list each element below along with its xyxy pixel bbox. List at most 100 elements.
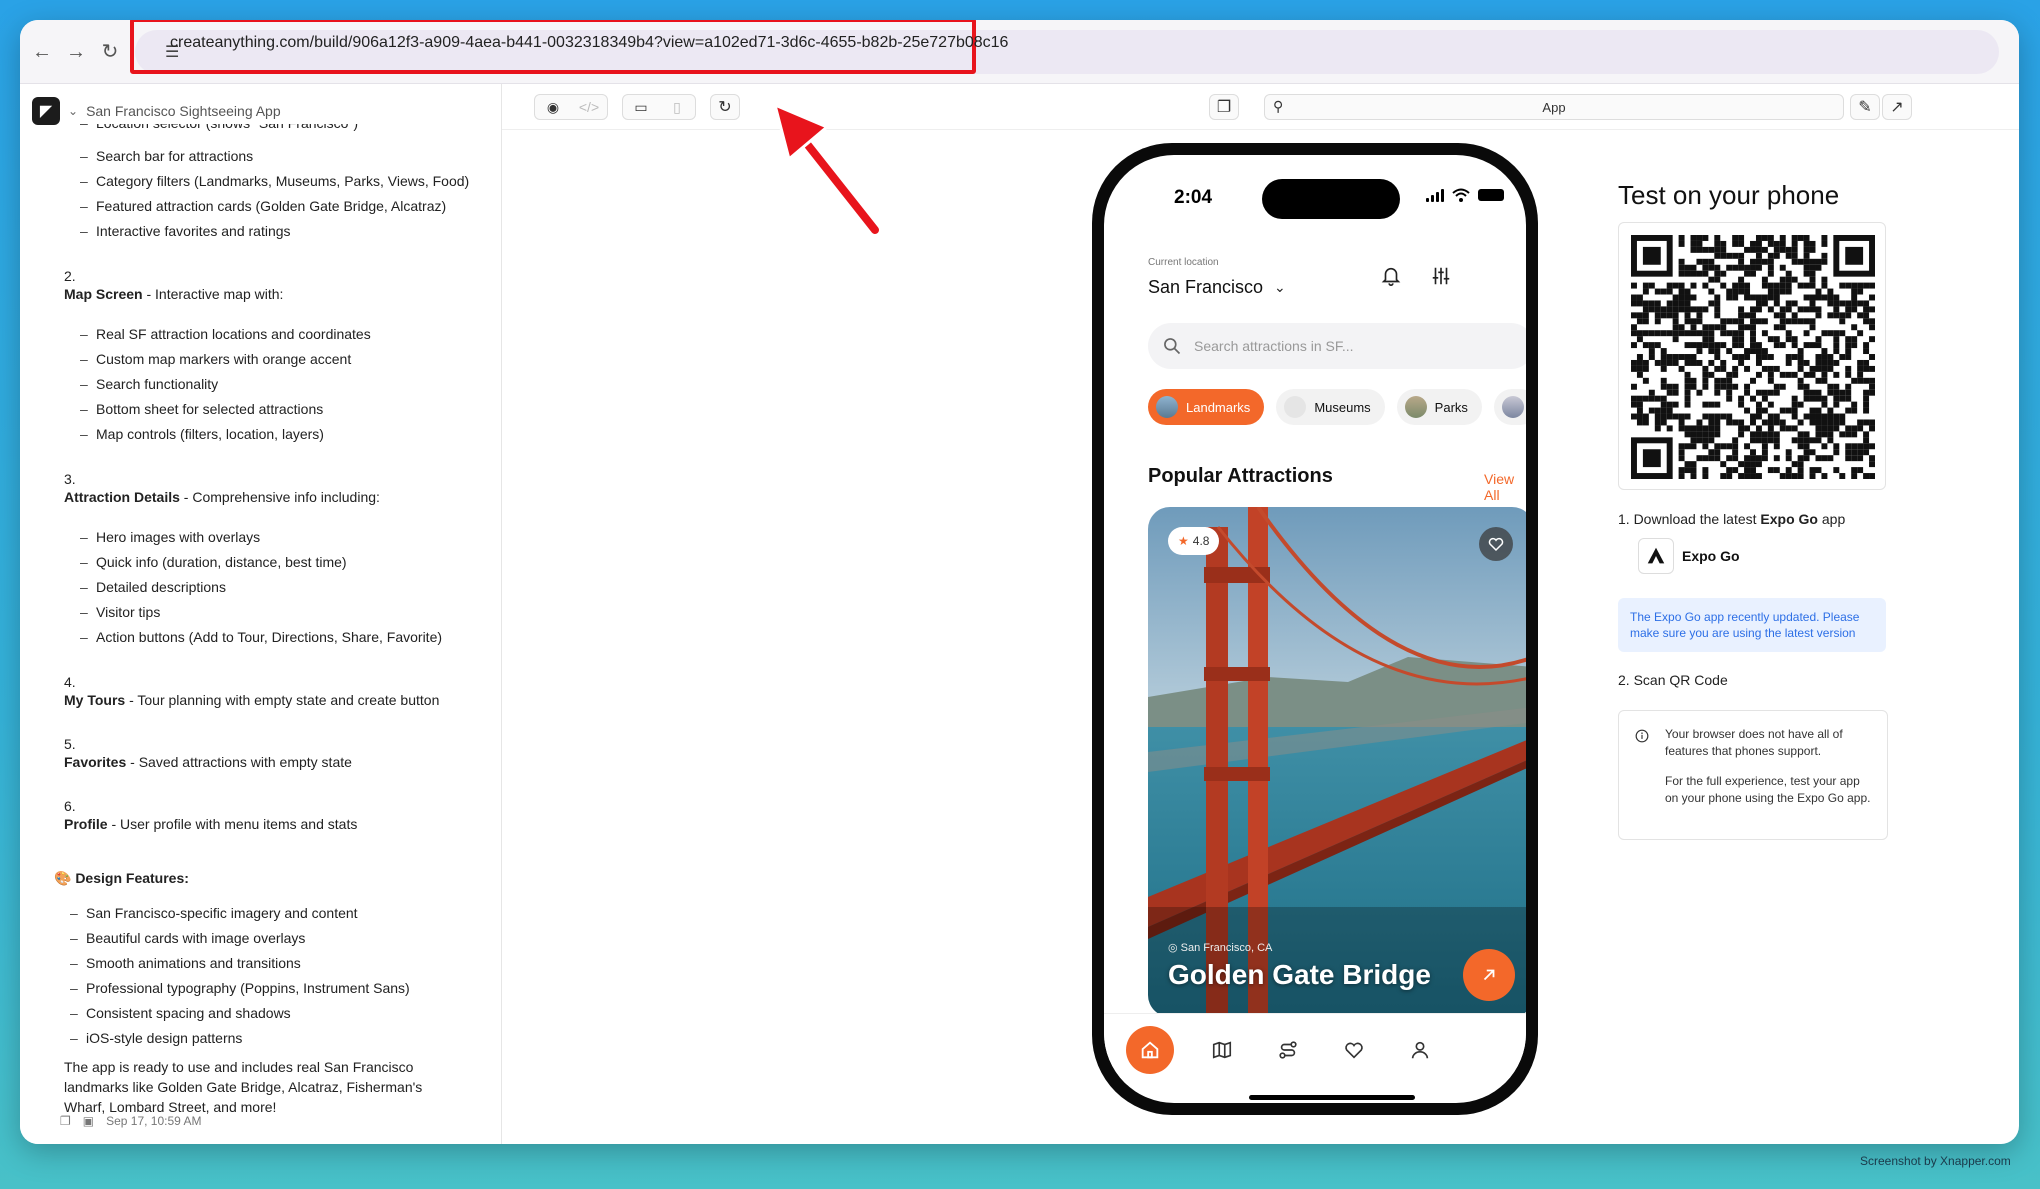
home-icon bbox=[1141, 1041, 1159, 1059]
bottom-tab-bar bbox=[1104, 1013, 1526, 1085]
section-heading: My Tours - Tour planning with empty stat… bbox=[64, 692, 484, 708]
copy-icon[interactable]: ❐ bbox=[1209, 94, 1239, 120]
test-on-phone-title: Test on your phone bbox=[1618, 180, 1840, 210]
chip-parks[interactable]: Parks bbox=[1396, 389, 1482, 425]
expo-go-label: Expo Go bbox=[1682, 548, 1740, 564]
list-item: Interactive favorites and ratings bbox=[64, 223, 484, 240]
chevron-down-icon[interactable]: ⌄ bbox=[68, 104, 78, 118]
chip-museums[interactable]: Museums bbox=[1276, 389, 1385, 425]
warning-text-1: Your browser does not have all of featur… bbox=[1665, 727, 1843, 758]
list-item: Real SF attraction locations and coordin… bbox=[64, 326, 484, 343]
favorite-button[interactable] bbox=[1479, 527, 1513, 561]
list-item: Action buttons (Add to Tour, Directions,… bbox=[64, 629, 484, 646]
list-item: Detailed descriptions bbox=[64, 579, 484, 596]
qr-code bbox=[1618, 222, 1886, 490]
edit-icon[interactable]: ✎ bbox=[1850, 94, 1880, 120]
filter-sliders-icon[interactable] bbox=[1430, 265, 1452, 287]
qr-code-image bbox=[1631, 235, 1875, 479]
open-external-icon[interactable]: ↗ bbox=[1882, 94, 1912, 120]
reload-icon[interactable]: ↻ bbox=[98, 40, 122, 64]
list-item: Featured attraction cards (Golden Gate B… bbox=[64, 198, 484, 215]
category-chips: Landmarks Museums Parks bbox=[1148, 389, 1526, 425]
tab-map[interactable] bbox=[1198, 1026, 1246, 1074]
location-caption: Current location bbox=[1148, 257, 1219, 268]
list-item: Beautiful cards with image overlays bbox=[64, 930, 484, 947]
bell-icon[interactable] bbox=[1380, 265, 1402, 287]
search-input[interactable]: Search attractions in SF... bbox=[1148, 323, 1526, 369]
section-number: 3. bbox=[64, 471, 76, 487]
list-item: Bottom sheet for selected attractions bbox=[64, 401, 484, 418]
chat-message: Location selector (shows "San Francisco"… bbox=[54, 124, 484, 1117]
eye-icon[interactable]: ◉ bbox=[535, 95, 571, 119]
landmarks-thumb bbox=[1156, 396, 1178, 418]
section-title: Attraction Details bbox=[64, 489, 180, 505]
section-heading: Favorites - Saved attractions with empty… bbox=[64, 754, 484, 770]
step-scan: 2. Scan QR Code bbox=[1618, 672, 1728, 688]
section-desc: - User profile with menu items and stats bbox=[107, 816, 358, 832]
preview-toolbar: ◉ </> ▭ ▯ ↻ ❐ ⚲ App ✎ ↗ bbox=[502, 84, 2019, 130]
search-placeholder: Search attractions in SF... bbox=[1194, 338, 1354, 354]
section-desc: - Tour planning with empty state and cre… bbox=[125, 692, 440, 708]
project-header[interactable]: ◤ ⌄ San Francisco Sightseeing App bbox=[32, 96, 281, 126]
section-title: Favorites bbox=[64, 754, 127, 770]
section-title: Popular Attractions bbox=[1148, 465, 1333, 487]
code-icon[interactable]: </> bbox=[571, 95, 607, 119]
list-item: Map controls (filters, location, layers) bbox=[64, 426, 484, 443]
dynamic-island bbox=[1262, 179, 1400, 219]
device-toggle: ▭ ▯ bbox=[622, 94, 696, 120]
app-logo-icon: ◤ bbox=[32, 97, 60, 125]
list-item: Visitor tips bbox=[64, 604, 484, 621]
tab-profile[interactable] bbox=[1396, 1026, 1444, 1074]
status-icons bbox=[1426, 188, 1504, 202]
chip-landmarks[interactable]: Landmarks bbox=[1148, 389, 1265, 425]
chip-views[interactable] bbox=[1493, 389, 1526, 425]
info-icon bbox=[1635, 729, 1649, 743]
section-title: Profile bbox=[64, 816, 108, 832]
user-icon bbox=[1411, 1041, 1429, 1059]
chip-label: Museums bbox=[1314, 399, 1371, 415]
open-attraction-button[interactable] bbox=[1463, 949, 1515, 1001]
expo-logo-icon bbox=[1638, 538, 1674, 574]
tab-home[interactable] bbox=[1126, 1026, 1174, 1074]
views-thumb bbox=[1501, 396, 1524, 418]
search-icon bbox=[1164, 338, 1181, 355]
status-time: 2:04 bbox=[1174, 187, 1213, 208]
list-item: San Francisco-specific imagery and conte… bbox=[64, 905, 484, 922]
tab-tours[interactable] bbox=[1264, 1026, 1312, 1074]
home-indicator bbox=[1249, 1095, 1415, 1100]
chip-label: Parks bbox=[1434, 399, 1468, 415]
view-all-link[interactable]: View All bbox=[1484, 471, 1526, 503]
phone-screen: 2:04 Current location San Francisco ⌄ Se… bbox=[1104, 155, 1526, 1103]
preview-address-bar[interactable]: ⚲ App bbox=[1264, 94, 1844, 120]
mobile-icon[interactable]: ▯ bbox=[659, 95, 695, 119]
view-mode-toggle: ◉ </> bbox=[534, 94, 608, 120]
desktop-icon[interactable]: ▭ bbox=[623, 95, 659, 119]
expo-go-link[interactable]: Expo Go bbox=[1638, 538, 1740, 574]
design-features-heading: 🎨 Design Features: bbox=[54, 870, 189, 886]
arrow-up-right-icon bbox=[1483, 969, 1495, 981]
chat-panel: ◤ ⌄ San Francisco Sightseeing App Locati… bbox=[20, 84, 502, 1144]
back-icon[interactable]: ← bbox=[30, 40, 54, 64]
tab-favorites[interactable] bbox=[1330, 1026, 1378, 1074]
url-text[interactable]: createanything.com/build/906a12f3-a909-4… bbox=[170, 34, 1008, 52]
list-item: Consistent spacing and shadows bbox=[64, 1005, 484, 1022]
section-title: Map Screen bbox=[64, 286, 143, 302]
refresh-icon[interactable]: ↻ bbox=[710, 94, 740, 120]
copy-icon[interactable]: ❐ bbox=[60, 1114, 71, 1128]
forward-icon[interactable]: → bbox=[64, 40, 88, 64]
message-timestamp: Sep 17, 10:59 AM bbox=[106, 1114, 202, 1128]
location-selector[interactable]: San Francisco bbox=[1148, 277, 1263, 298]
star-icon: ★ bbox=[1178, 534, 1189, 548]
browser-window: ← → ↻ ☰ createanything.com/build/906a12f… bbox=[20, 20, 2019, 1144]
project-name: San Francisco Sightseeing App bbox=[86, 103, 281, 119]
list-item: Quick info (duration, distance, best tim… bbox=[64, 554, 484, 571]
section-desc: - Interactive map with: bbox=[142, 286, 284, 302]
attraction-card[interactable]: ★ 4.8 ◎ San Francisco, CA Golden Gate Br… bbox=[1148, 507, 1526, 1017]
rating-value: 4.8 bbox=[1192, 534, 1210, 548]
chevron-down-icon[interactable]: ⌄ bbox=[1274, 279, 1286, 296]
closing-text: The app is ready to use and includes rea… bbox=[64, 1059, 423, 1115]
section-desc: - Comprehensive info including: bbox=[179, 489, 380, 505]
section-heading: Profile - User profile with menu items a… bbox=[64, 816, 484, 832]
list-item: Custom map markers with orange accent bbox=[64, 351, 484, 368]
list-item: Professional typography (Poppins, Instru… bbox=[64, 980, 484, 997]
